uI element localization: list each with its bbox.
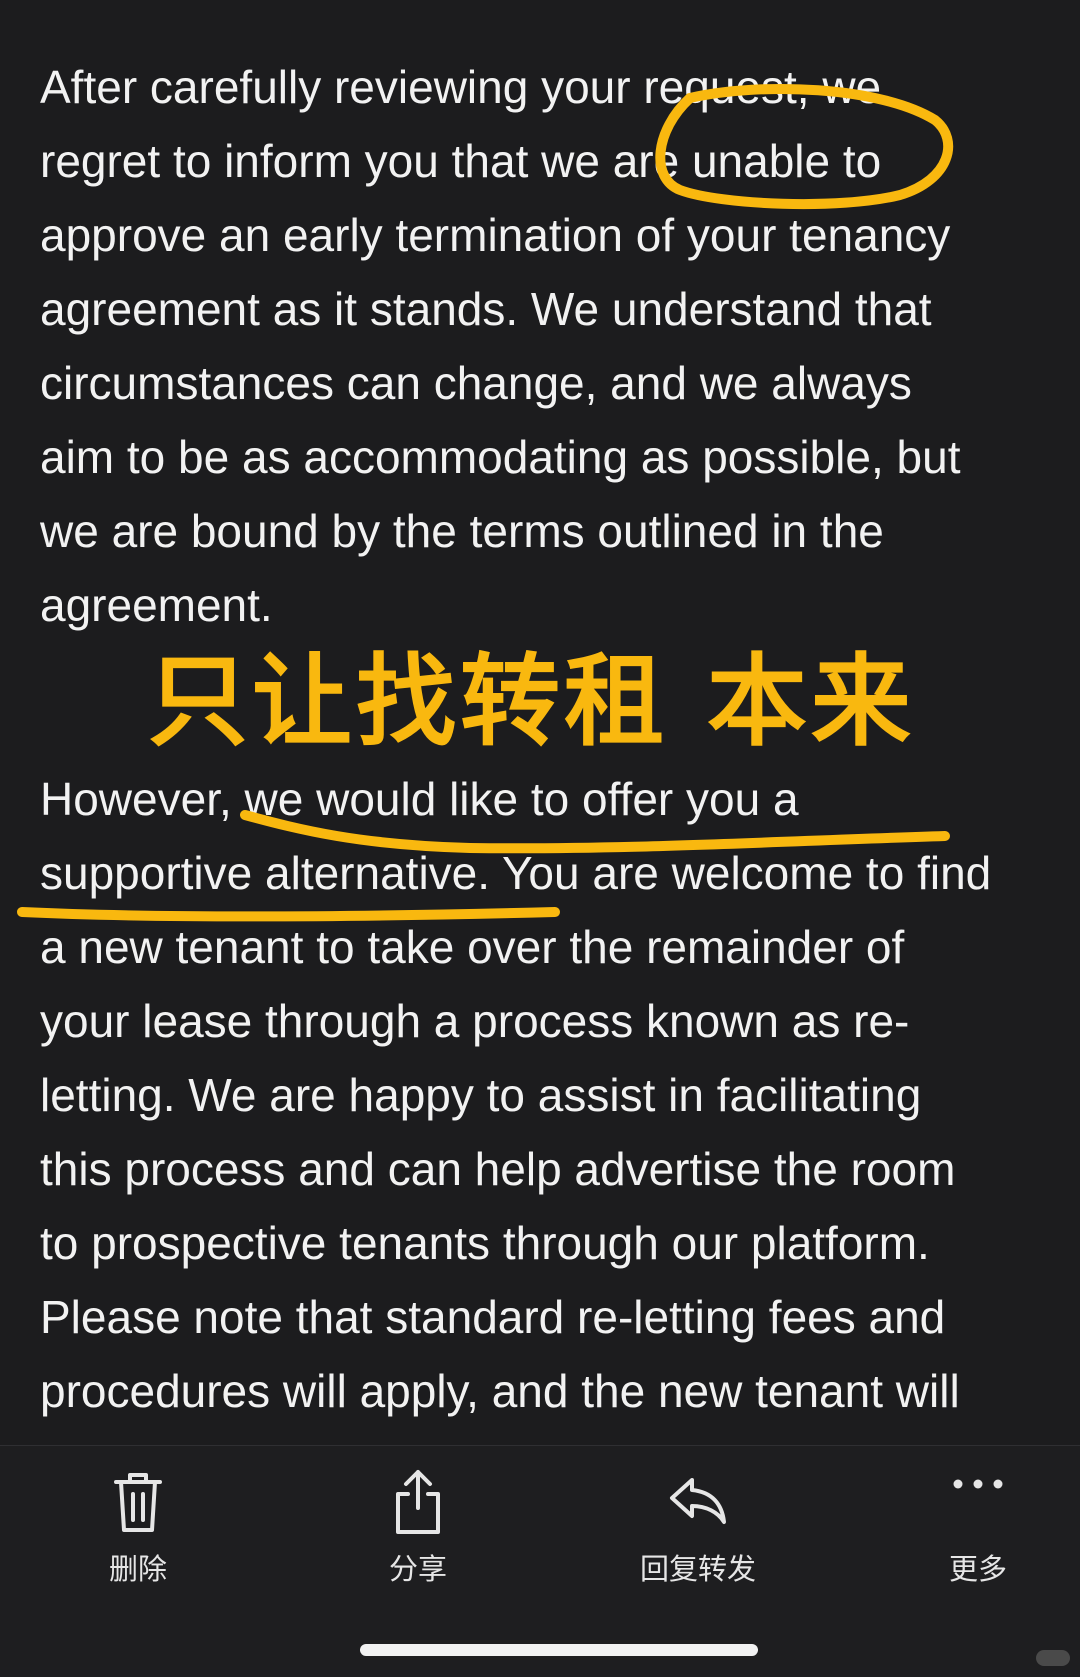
text-line: Please note that standard re-letting fee… bbox=[40, 1291, 946, 1343]
paragraph-1: After carefully reviewing your request, … bbox=[40, 50, 961, 642]
text-line: letting. We are happy to assist in facil… bbox=[40, 1069, 922, 1121]
text-line: After carefully reviewing your request, … bbox=[40, 61, 882, 113]
watermark-badge bbox=[1036, 1650, 1070, 1666]
text-line: to prospective tenants through our platf… bbox=[40, 1217, 930, 1269]
more-label: 更多 bbox=[948, 1552, 1007, 1586]
bottom-toolbar: 删除 分享 回复转发 更多 bbox=[0, 1445, 1080, 1677]
reply-forward-button[interactable]: 回复转发 bbox=[598, 1466, 798, 1588]
share-label: 分享 bbox=[388, 1552, 447, 1586]
home-indicator[interactable] bbox=[360, 1644, 758, 1656]
text-line: aim to be as accommodating as possible, … bbox=[40, 431, 961, 483]
reply-icon bbox=[670, 1478, 726, 1524]
share-button[interactable]: 分享 bbox=[318, 1466, 518, 1588]
text-line: However, we would like to offer you a bbox=[40, 773, 799, 825]
trash-icon bbox=[114, 1473, 162, 1532]
text-line: your lease through a process known as re… bbox=[40, 995, 910, 1047]
text-line: a new tenant to take over the remainder … bbox=[40, 921, 905, 973]
text-line: agreement. bbox=[40, 579, 273, 631]
cut-off-line: need to meet our usual eligibility befor… bbox=[40, 1430, 840, 1445]
ellipsis-icon bbox=[953, 1479, 1003, 1489]
text-line: regret to inform you that we are unable … bbox=[40, 135, 882, 187]
paragraph-2: However, we would like to offer you a su… bbox=[40, 762, 991, 1428]
reply-forward-label: 回复转发 bbox=[639, 1552, 756, 1586]
share-icon bbox=[396, 1470, 440, 1534]
text-line: this process and can help advertise the … bbox=[40, 1143, 956, 1195]
text-line: approve an early termination of your ten… bbox=[40, 209, 951, 261]
text-line: supportive alternative. You are welcome … bbox=[40, 847, 992, 899]
text-line: circumstances can change, and we always bbox=[40, 357, 912, 409]
text-line: agreement as it stands. We understand th… bbox=[40, 283, 932, 335]
text-line: procedures will apply, and the new tenan… bbox=[40, 1365, 960, 1417]
text-line: we are bound by the terms outlined in th… bbox=[40, 505, 884, 557]
annotation-note: 只让找转租 本来 bbox=[148, 643, 915, 760]
delete-button[interactable]: 删除 bbox=[38, 1466, 238, 1588]
delete-label: 删除 bbox=[108, 1552, 167, 1586]
more-button[interactable]: 更多 bbox=[878, 1466, 1078, 1588]
